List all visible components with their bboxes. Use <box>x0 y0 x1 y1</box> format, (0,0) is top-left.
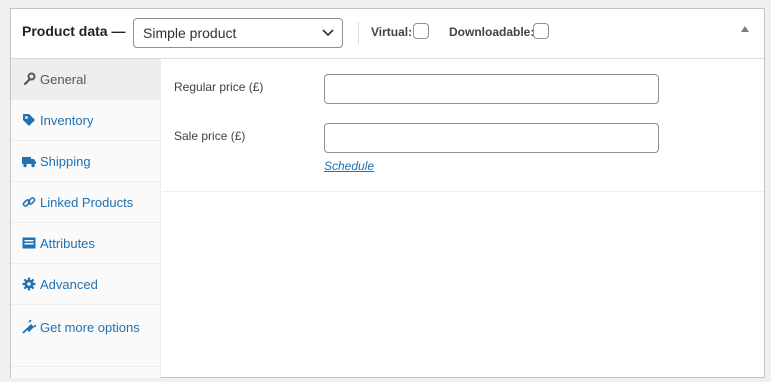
tab-label: Attributes <box>40 236 95 251</box>
general-panel: Regular price (£) Sale price (£) Schedul… <box>162 59 764 192</box>
plugin-icon <box>22 320 36 334</box>
wrench-icon <box>23 72 36 86</box>
sale-price-input[interactable] <box>324 123 659 153</box>
panel-title: Product data — <box>22 23 126 39</box>
tab-get-more-options[interactable]: Get more options <box>11 305 160 367</box>
schedule-link[interactable]: Schedule <box>324 159 374 173</box>
regular-price-input[interactable] <box>324 74 659 104</box>
regular-price-label: Regular price (£) <box>174 80 264 94</box>
product-type-select[interactable]: Simple product <box>133 18 343 48</box>
tab-attributes[interactable]: Attributes <box>11 223 160 264</box>
product-data-panel: Product data — Simple product Virtual: D… <box>10 8 765 378</box>
sale-price-label: Sale price (£) <box>174 129 246 143</box>
tab-linked-products[interactable]: Linked Products <box>11 182 160 223</box>
product-data-tabs: General Inventory Shipping Linked Produc… <box>11 59 161 378</box>
product-type-value: Simple product <box>143 25 237 41</box>
tab-label: Get more options <box>40 320 140 335</box>
gear-icon <box>22 277 36 291</box>
downloadable-checkbox[interactable] <box>533 23 549 39</box>
tab-inventory[interactable]: Inventory <box>11 100 160 141</box>
downloadable-label: Downloadable: <box>449 25 535 39</box>
truck-icon <box>22 157 36 168</box>
link-icon <box>22 197 36 207</box>
tab-label: General <box>40 72 87 87</box>
product-data-header: Product data — Simple product Virtual: D… <box>11 9 764 59</box>
tab-label: Advanced <box>40 277 98 292</box>
tab-general[interactable]: General <box>11 59 160 100</box>
tab-advanced[interactable]: Advanced <box>11 264 160 305</box>
tab-shipping[interactable]: Shipping <box>11 141 160 182</box>
tag-icon <box>23 114 35 126</box>
header-divider <box>358 22 359 44</box>
collapse-toggle-icon[interactable] <box>741 26 749 32</box>
chevron-down-icon <box>322 29 334 37</box>
virtual-label: Virtual: <box>371 25 413 39</box>
tab-label: Inventory <box>40 113 94 128</box>
tab-label: Shipping <box>40 154 91 169</box>
virtual-checkbox[interactable] <box>413 23 429 39</box>
tab-label: Linked Products <box>40 195 134 210</box>
list-icon <box>22 237 36 249</box>
